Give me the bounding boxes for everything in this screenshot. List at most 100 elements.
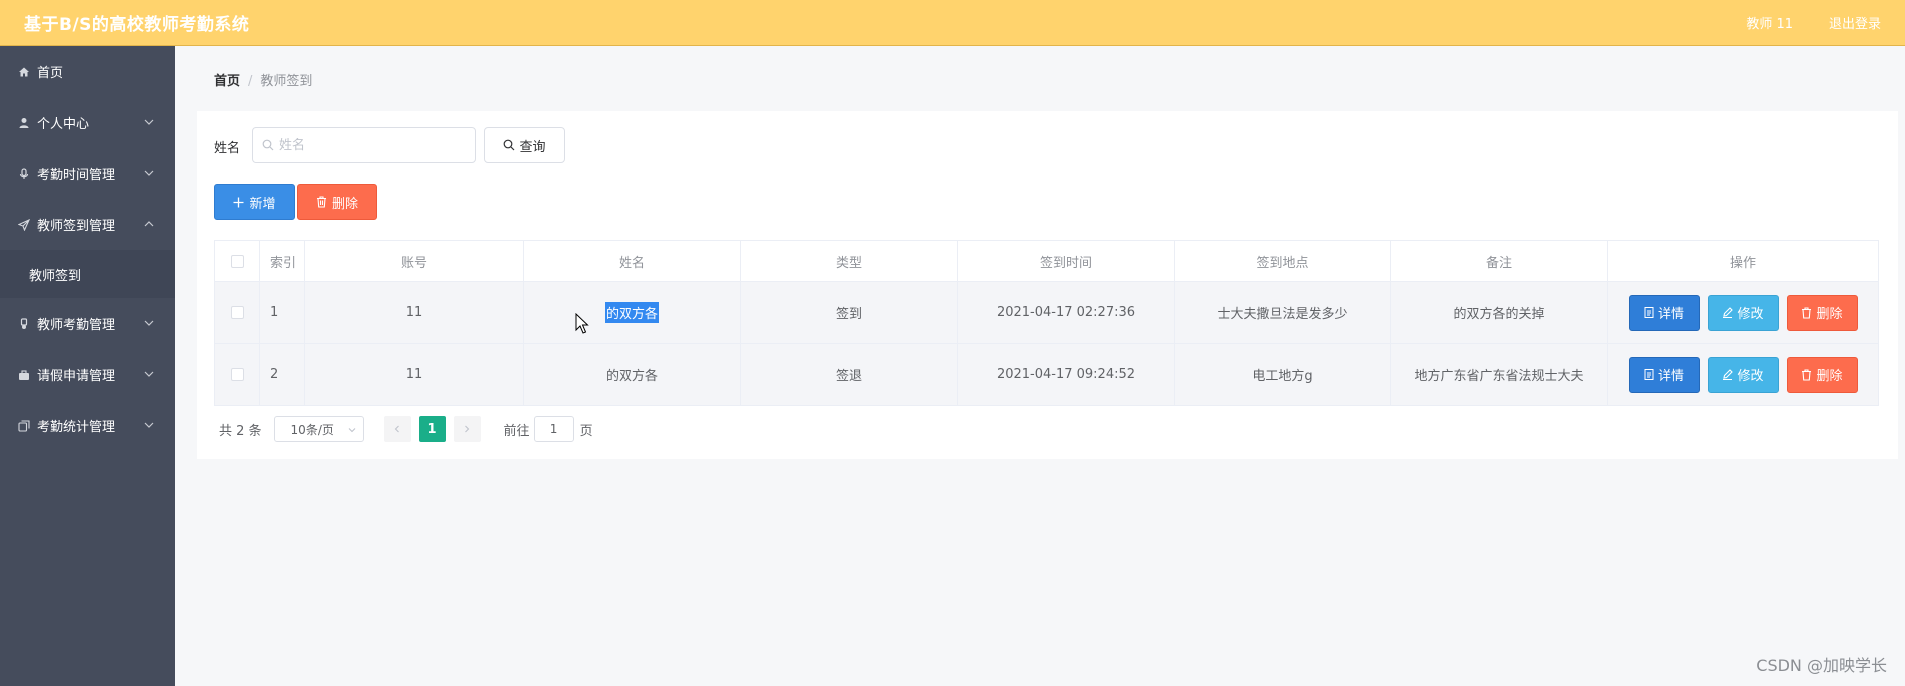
select-all-checkbox[interactable] bbox=[230, 254, 244, 268]
sidebar-item-label: 请假申请管理 bbox=[37, 369, 116, 384]
chevron-down-icon bbox=[143, 167, 155, 179]
cell-type: 签到 bbox=[741, 282, 958, 343]
cell-location: 士大夫撒旦法是发多少 bbox=[1175, 282, 1391, 343]
edit-button[interactable]: 修改 bbox=[1707, 294, 1779, 331]
logout-link[interactable]: 退出登录 bbox=[1829, 13, 1881, 32]
goto-suffix: 页 bbox=[579, 423, 593, 439]
edit-icon bbox=[1723, 369, 1734, 380]
delete-button[interactable]: 删除 bbox=[1786, 294, 1858, 331]
column-header: 索引 bbox=[260, 241, 305, 281]
chevron-up-icon bbox=[143, 218, 155, 230]
detail-button[interactable]: 详情 bbox=[1628, 356, 1700, 393]
row-checkbox[interactable] bbox=[230, 306, 244, 319]
cell-type: 签退 bbox=[741, 344, 958, 405]
select-all-cell bbox=[215, 241, 260, 281]
chevron-down-icon bbox=[143, 368, 155, 380]
sidebar-item-label: 教师考勤管理 bbox=[37, 318, 116, 333]
breadcrumb-home[interactable]: 首页 bbox=[214, 74, 240, 89]
page-size-select[interactable]: 10条/页 bbox=[273, 416, 364, 442]
column-header: 姓名 bbox=[524, 241, 741, 281]
sidebar-item-label: 考勤统计管理 bbox=[37, 420, 116, 435]
cell-remark: 的双方各的关掉 bbox=[1391, 282, 1608, 343]
cell-time: 2021-04-17 09:24:52 bbox=[958, 344, 1175, 405]
row-select-cell bbox=[215, 282, 260, 343]
plus-icon bbox=[233, 197, 244, 207]
watermark: CSDN @加映学长 bbox=[1756, 656, 1887, 675]
chevron-right-icon bbox=[465, 425, 470, 433]
sidebar-item-label: 教师签到管理 bbox=[37, 219, 116, 234]
batch-delete-button[interactable]: 删除 bbox=[297, 184, 377, 220]
trash-icon bbox=[1802, 368, 1812, 381]
row-select-cell bbox=[215, 344, 260, 405]
page-size-value: 10条/页 bbox=[290, 422, 334, 437]
mouse-cursor-icon bbox=[575, 313, 589, 334]
sidebar-item-profile[interactable]: 个人中心 bbox=[0, 97, 175, 148]
goto-page-input[interactable] bbox=[533, 416, 574, 442]
column-header: 签到地点 bbox=[1175, 241, 1391, 281]
sidebar: 首页 个人中心 考勤时间管理 教师签到管理 教师签到 教师考勤管理 请假申请管理 bbox=[0, 46, 175, 686]
edit-icon bbox=[1723, 307, 1734, 318]
breadcrumb: 首页 / 教师签到 bbox=[214, 70, 312, 89]
goto-page: 前往 页 bbox=[504, 416, 593, 442]
goto-prefix: 前往 bbox=[503, 423, 530, 439]
delete-button-label: 删除 bbox=[1816, 307, 1843, 322]
cell-remark: 地方广东省广东省法规士大夫 bbox=[1391, 344, 1608, 405]
sidebar-item-leave-management[interactable]: 请假申请管理 bbox=[0, 349, 175, 400]
cell-actions: 详情 修改 删除 bbox=[1608, 344, 1879, 405]
microphone-icon bbox=[18, 167, 30, 180]
chevron-down-icon bbox=[143, 419, 155, 431]
batch-delete-label: 删除 bbox=[331, 196, 358, 212]
sidebar-item-label: 首页 bbox=[37, 66, 64, 81]
sidebar-item-statistics-management[interactable]: 考勤统计管理 bbox=[0, 400, 175, 451]
search-input[interactable] bbox=[279, 137, 459, 153]
cell-actions: 详情 修改 删除 bbox=[1608, 282, 1879, 343]
medal-icon bbox=[18, 317, 30, 330]
selected-text: 的双方各 bbox=[604, 302, 659, 323]
query-button[interactable]: 查询 bbox=[484, 127, 565, 163]
trash-icon bbox=[1802, 306, 1812, 319]
table-row: 2 11 的双方各 签退 2021-04-17 09:24:52 电工地方g 地… bbox=[215, 344, 1879, 406]
chevron-left-icon bbox=[394, 425, 399, 433]
prev-page-button[interactable] bbox=[383, 416, 411, 442]
sidebar-item-label: 个人中心 bbox=[37, 117, 90, 132]
query-button-label: 查询 bbox=[519, 139, 546, 155]
breadcrumb-separator: / bbox=[248, 74, 253, 89]
briefcase-icon bbox=[18, 369, 30, 381]
breadcrumb-current: 教师签到 bbox=[260, 74, 313, 89]
column-header: 备注 bbox=[1391, 241, 1608, 281]
column-header: 账号 bbox=[305, 241, 524, 281]
delete-button-label: 删除 bbox=[1816, 369, 1843, 384]
user-icon bbox=[18, 117, 30, 129]
cell-name: 的双方各 bbox=[524, 282, 741, 343]
add-button[interactable]: 新增 bbox=[214, 184, 295, 220]
search-label: 姓名 bbox=[214, 141, 241, 156]
page-number[interactable]: 1 bbox=[418, 416, 446, 442]
sidebar-item-attendance-management[interactable]: 教师考勤管理 bbox=[0, 298, 175, 349]
top-header: 基于B/S的高校教师考勤系统 教师 11 退出登录 bbox=[0, 0, 1905, 46]
send-icon bbox=[18, 218, 30, 231]
delete-button[interactable]: 删除 bbox=[1786, 356, 1858, 393]
column-header: 操作 bbox=[1608, 241, 1879, 281]
search-icon bbox=[504, 139, 515, 151]
add-button-label: 新增 bbox=[249, 196, 276, 212]
edit-button[interactable]: 修改 bbox=[1707, 356, 1779, 393]
detail-button[interactable]: 详情 bbox=[1628, 294, 1700, 331]
edit-button-label: 修改 bbox=[1737, 307, 1764, 322]
search-field[interactable] bbox=[252, 127, 476, 163]
cell-name: 的双方各 bbox=[524, 344, 741, 405]
sidebar-item-home[interactable]: 首页 bbox=[0, 46, 175, 97]
current-user[interactable]: 教师 11 bbox=[1746, 13, 1793, 32]
home-icon bbox=[18, 66, 30, 78]
search-icon bbox=[262, 139, 274, 151]
document-icon bbox=[1644, 369, 1654, 380]
column-header: 签到时间 bbox=[958, 241, 1175, 281]
sidebar-subitem-teacher-signin[interactable]: 教师签到 bbox=[0, 250, 175, 298]
sidebar-item-signin-management[interactable]: 教师签到管理 bbox=[0, 199, 175, 250]
table-row: 1 11 的双方各 签到 2021-04-17 02:27:36 士大夫撒旦法是… bbox=[215, 282, 1879, 344]
sidebar-item-attendance-time[interactable]: 考勤时间管理 bbox=[0, 148, 175, 199]
content-panel: 姓名 查询 新增 删除 索引 账号 姓名 类型 签到时间 签到地点 备注 操作 bbox=[197, 111, 1898, 459]
trash-icon bbox=[316, 196, 326, 208]
pagination-total: 共 2 条 bbox=[219, 423, 262, 439]
next-page-button[interactable] bbox=[453, 416, 481, 442]
row-checkbox[interactable] bbox=[230, 368, 244, 381]
